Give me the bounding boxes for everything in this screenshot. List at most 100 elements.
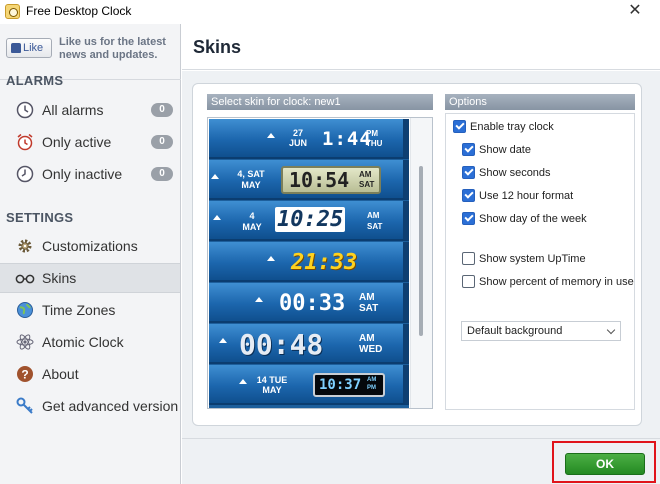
thumbs-up-icon [11,43,21,53]
sidebar-item-label: Customizations [42,238,138,254]
arrow-up-icon [239,379,247,384]
sidebar-item-label: All alarms [42,102,104,118]
sidebar-item-label: Get advanced version [42,398,179,414]
skin-time: 21:33 [291,250,358,275]
skin-time: 10:25 [275,207,346,232]
options-box: Enable tray clock Show date Show seconds… [445,113,635,410]
use-12-hour-checkbox[interactable]: Use 12 hour format [462,189,573,202]
sidebar-item-atomic-clock[interactable]: Atomic Clock [0,327,180,357]
checkbox-checked-icon [462,143,475,156]
skin-group-label: Select skin for clock: new1 [207,94,433,110]
option-label: Use 12 hour format [479,189,574,202]
like-button-label: Like [23,42,44,54]
show-system-uptime-checkbox[interactable]: Show system UpTime [462,252,586,265]
globe-icon [15,300,35,320]
arrow-up-icon [255,297,263,302]
skin-suffix-bottom: SAT [367,222,383,231]
arrow-up-icon [219,338,227,343]
like-promo-text: Like us for the latest news and updates. [59,36,166,61]
skin-item[interactable]: 00:48 AM WED [209,324,409,364]
sidebar-item-label: Time Zones [42,302,116,318]
skin-time: 00:33 [279,291,346,316]
background-select-value: Default background [467,325,563,337]
sidebar-item-all-alarms[interactable]: All alarms 0 [0,95,180,125]
skin-suffix-bottom: SAT [359,180,375,189]
sidebar: Like Like us for the latest news and upd… [0,24,181,484]
option-label: Show system UpTime [479,252,586,265]
sidebar-item-label: Skins [42,270,77,286]
sidebar-item-get-advanced[interactable]: Get advanced version [0,391,180,421]
skin-selector-group: Select skin for clock: new1 27 JUN 1:44 … [207,94,433,412]
skin-item[interactable]: 4, SAT MAY 10:54 AM SAT [209,160,409,200]
skins-panel: Select skin for clock: new1 27 JUN 1:44 … [192,83,642,426]
glasses-icon [15,268,35,288]
skin-time: 10:37 [319,377,362,393]
settings-heading: SETTINGS [6,210,74,225]
skin-item[interactable]: 27 JUN 1:44 PM THU [209,119,409,159]
clock-icon [15,100,35,120]
checkbox-unchecked-icon [462,252,475,265]
sidebar-item-label: Atomic Clock [42,334,124,350]
skin-time: 1:44 [322,128,372,150]
skin-item[interactable]: 14 TUE MAY 10:37 AM PM [209,365,409,405]
skin-suffix-top: PM [366,129,378,138]
arrow-up-icon [211,174,219,179]
scrollbar-thumb[interactable] [419,166,423,336]
skin-list-scrollbar[interactable] [410,118,432,408]
ok-button[interactable]: OK [565,453,645,475]
alarms-heading: ALARMS [6,73,64,88]
skin-time: 00:48 [239,328,324,361]
sidebar-item-skins[interactable]: Skins [0,263,180,293]
background-select[interactable]: Default background [461,321,621,341]
show-memory-percent-checkbox[interactable]: Show percent of memory in use [462,275,634,288]
ok-highlight-box: OK [552,441,656,483]
facebook-like-button[interactable]: Like [6,38,52,58]
atom-icon [15,332,35,352]
option-label: Enable tray clock [470,120,554,133]
count-badge: 0 [151,103,173,117]
question-icon: ? [15,364,35,384]
skin-suffix-top: AM [367,211,380,220]
app-clock-icon [5,4,20,19]
checkbox-checked-icon [462,166,475,179]
sidebar-item-only-active[interactable]: Only active 0 [0,127,180,157]
skin-date-bottom: JUN [288,138,307,148]
content-area: Select skin for clock: new1 27 JUN 1:44 … [182,71,660,438]
skin-item[interactable]: 4 MAY 10:25 AM SAT [209,201,409,241]
checkbox-unchecked-icon [462,275,475,288]
option-label: Show seconds [479,166,551,179]
count-badge: 0 [151,135,173,149]
sidebar-item-time-zones[interactable]: Time Zones [0,295,180,325]
skin-date-bottom: MAY [242,222,262,232]
checkbox-checked-icon [462,212,475,225]
show-date-checkbox[interactable]: Show date [462,143,531,156]
sidebar-item-about[interactable]: ? About [0,359,180,389]
skin-list[interactable]: 27 JUN 1:44 PM THU 4, SAT MAY 10:54 AM S… [207,117,433,409]
skin-item[interactable]: 00:33 AM SAT [209,283,409,323]
window-title: Free Desktop Clock [26,4,132,18]
enable-tray-clock-checkbox[interactable]: Enable tray clock [453,120,554,133]
chevron-down-icon [606,325,616,335]
key-icon [15,396,35,416]
arrow-up-icon [267,133,275,138]
svg-text:?: ? [21,368,28,382]
skin-suffix-top: AM [359,170,372,179]
show-seconds-checkbox[interactable]: Show seconds [462,166,551,179]
show-day-of-week-checkbox[interactable]: Show day of the week [462,212,587,225]
close-icon[interactable]: ✕ [620,0,650,24]
options-group-label: Options [445,94,635,110]
sidebar-item-label: About [42,366,79,382]
arrow-up-icon [213,215,221,220]
page-header: Skins [182,24,660,70]
skin-strip: 27 JUN 1:44 PM THU 4, SAT MAY 10:54 AM S… [209,119,409,408]
skin-item[interactable]: 21:33 [209,242,409,282]
gear-icon [15,236,35,256]
sidebar-item-only-inactive[interactable]: Only inactive 0 [0,159,180,189]
options-group: Options Enable tray clock Show date Show… [445,94,635,412]
skin-suffix-bottom: WED [359,344,383,355]
checkbox-checked-icon [462,189,475,202]
page-title: Skins [193,37,242,57]
skin-date-bottom: MAY [241,180,261,190]
sidebar-item-customizations[interactable]: Customizations [0,231,180,261]
skin-suffix-top: AM [359,333,375,344]
